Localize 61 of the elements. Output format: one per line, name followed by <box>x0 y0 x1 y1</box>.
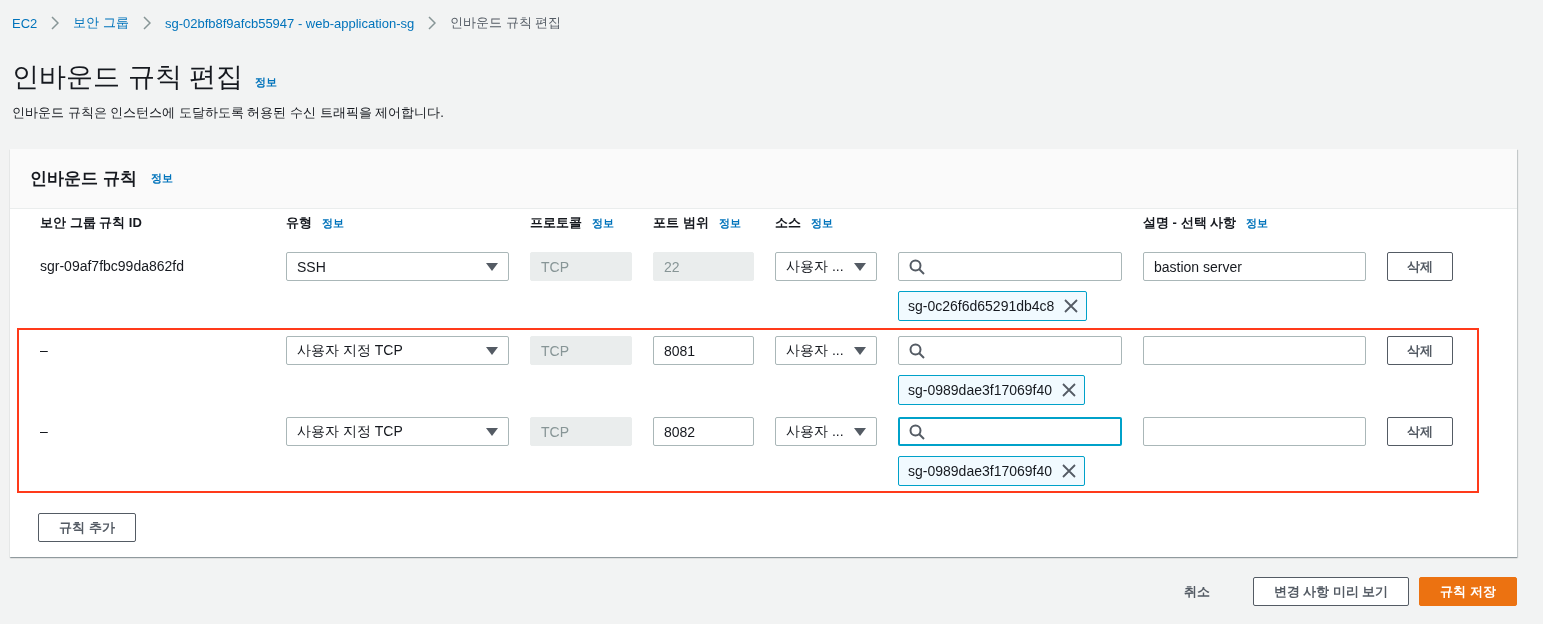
info-link[interactable]: 정보 <box>811 215 833 231</box>
info-link[interactable]: 정보 <box>322 215 344 231</box>
caret-icon <box>486 262 498 271</box>
delete-button[interactable]: 삭제 <box>1387 417 1453 446</box>
source-dropdown[interactable]: 사용자 ... <box>775 336 877 365</box>
caret-icon <box>854 346 866 355</box>
type-dropdown[interactable]: 사용자 지정 TCP <box>286 336 509 365</box>
page-description: 인바운드 규칙은 인스턴스에 도달하도록 허용된 수신 트래픽을 제어합니다. <box>12 104 445 122</box>
info-link[interactable]: 정보 <box>255 75 277 90</box>
column-header: 소스 <box>775 214 801 232</box>
chevron-icon <box>51 16 60 30</box>
search-icon <box>909 258 925 275</box>
close-icon[interactable] <box>1062 464 1077 478</box>
caret-icon <box>486 346 498 355</box>
column-header: 설명 - 선택 사항 <box>1143 214 1237 232</box>
port-field[interactable]: 8082 <box>653 417 754 446</box>
description-field[interactable]: bastion server <box>1143 252 1366 281</box>
tag-label: sg-0989dae3f17069f40 <box>908 463 1053 479</box>
column-header: 포트 범위 <box>653 214 709 232</box>
description-field[interactable] <box>1143 417 1366 446</box>
breadcrumb-link[interactable]: sg-02bfb8f9afcb55947 - web-application-sg <box>164 15 415 31</box>
search-icon <box>909 423 925 440</box>
column-header: 유형 <box>286 214 312 232</box>
info-link[interactable]: 정보 <box>592 215 614 231</box>
search-field[interactable] <box>898 336 1122 365</box>
column-header: 보안 그룹 규칙 ID <box>40 214 142 232</box>
close-icon[interactable] <box>1062 383 1077 397</box>
chevron-icon <box>142 16 151 30</box>
info-link[interactable]: 정보 <box>718 215 741 231</box>
breadcrumb-current: 인바운드 규칙 편집 <box>450 14 562 32</box>
chevron-icon <box>428 16 437 30</box>
type-dropdown[interactable]: 사용자 지정 TCP <box>286 417 509 446</box>
close-icon[interactable] <box>1064 299 1079 313</box>
page-title: 인바운드 규칙 편집 <box>12 61 243 94</box>
type-dropdown[interactable]: SSH <box>286 252 509 281</box>
info-link[interactable]: 정보 <box>1246 215 1269 231</box>
tag-label: sg-0989dae3f17069f40 <box>908 382 1053 398</box>
info-link[interactable]: 정보 <box>150 171 173 186</box>
search-field[interactable] <box>898 252 1122 281</box>
rule-id: – <box>40 341 49 360</box>
breadcrumb-link[interactable]: EC2 <box>12 15 38 31</box>
caret-icon <box>854 427 866 436</box>
column-header: 프로토콜 <box>530 214 582 232</box>
description-field[interactable] <box>1143 336 1366 365</box>
source-dropdown[interactable]: 사용자 ... <box>775 417 877 446</box>
tag-label: sg-0c26f6d65291db4c8 <box>908 298 1055 314</box>
panel-title: 인바운드 규칙 <box>30 168 137 190</box>
search-field[interactable] <box>898 417 1122 446</box>
cancel-button[interactable]: 취소 <box>1162 577 1231 606</box>
port-field[interactable]: 8081 <box>653 336 754 365</box>
rule-id: – <box>40 422 49 441</box>
caret-icon <box>854 262 866 271</box>
source-dropdown[interactable]: 사용자 ... <box>775 252 877 281</box>
delete-button[interactable]: 삭제 <box>1387 336 1453 365</box>
search-icon <box>909 342 925 359</box>
breadcrumb-link[interactable]: 보안 그룹 <box>73 14 129 32</box>
rule-id: sgr-09af7fbc99da862fd <box>40 257 185 276</box>
caret-icon <box>486 427 498 436</box>
add-rule-button[interactable]: 규칙 추가 <box>38 513 136 542</box>
preview-changes-button[interactable]: 변경 사항 미리 보기 <box>1252 577 1410 606</box>
delete-button[interactable]: 삭제 <box>1387 252 1453 281</box>
